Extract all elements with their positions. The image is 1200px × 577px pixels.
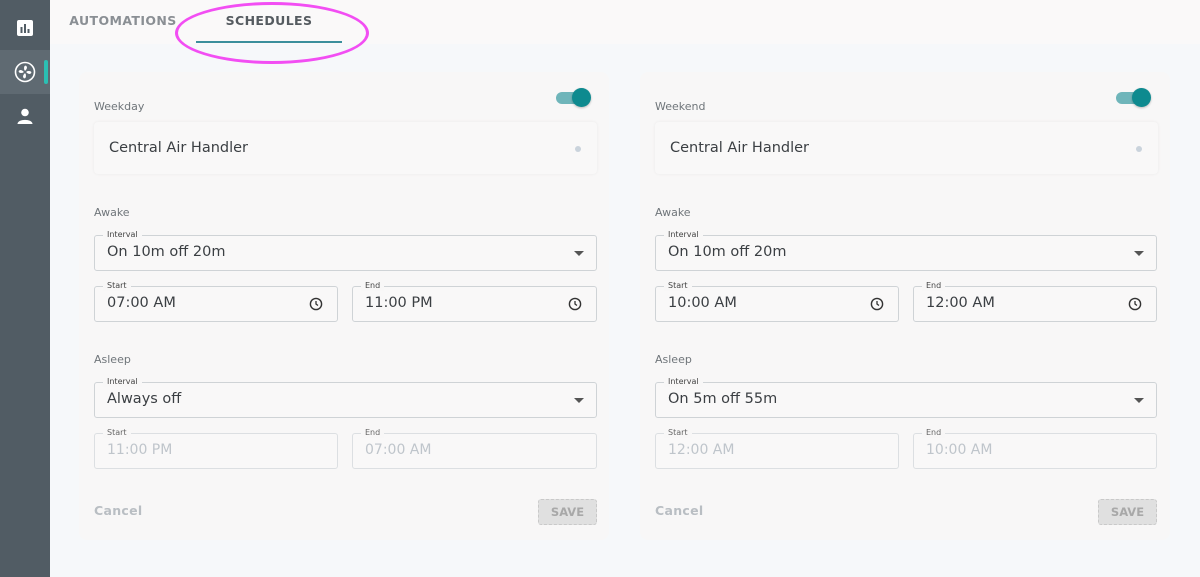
clock-icon[interactable] (870, 297, 884, 311)
asleep-section-label: Asleep (655, 353, 692, 366)
save-button[interactable]: SAVE (1098, 499, 1157, 525)
chevron-down-icon (574, 251, 584, 256)
person-icon (17, 108, 33, 124)
awake-start-time-input[interactable]: Start 10:00 AM (655, 281, 899, 322)
field-label: Start (103, 281, 131, 291)
asleep-end-time-input: End 10:00 AM (913, 428, 1157, 469)
save-button-label: SAVE (550, 505, 585, 519)
awake-end-time-input[interactable]: End 11:00 PM (352, 281, 597, 322)
field-label: Interval (664, 377, 703, 387)
status-dot-icon (575, 146, 581, 152)
sidebar-item-analytics[interactable] (0, 6, 50, 50)
awake-interval-select[interactable]: Interval On 10m off 20m (94, 230, 597, 271)
awake-end-time-input[interactable]: End 12:00 AM (913, 281, 1157, 322)
toggle-knob (1132, 88, 1151, 107)
schedule-title: Weekday (94, 100, 145, 113)
awake-end-value: 11:00 PM (365, 295, 433, 311)
schedule-enabled-toggle[interactable] (1116, 88, 1151, 108)
asleep-interval-select[interactable]: Interval Always off (94, 377, 597, 418)
asleep-start-value: 11:00 PM (107, 442, 173, 458)
sidebar-item-devices[interactable] (0, 50, 50, 94)
field-label: Start (664, 281, 692, 291)
awake-interval-value: On 10m off 20m (107, 244, 226, 260)
awake-interval-select[interactable]: Interval On 10m off 20m (655, 230, 1157, 271)
awake-start-value: 10:00 AM (668, 295, 737, 311)
tab-automations[interactable]: AUTOMATIONS (69, 0, 177, 44)
asleep-start-value: 12:00 AM (668, 442, 735, 458)
asleep-section-label: Asleep (94, 353, 131, 366)
schedule-card-weekday: Weekday Central Air Handler Awake Interv… (79, 72, 609, 540)
asleep-interval-value: On 5m off 55m (668, 391, 778, 407)
asleep-start-time-input: Start 12:00 AM (655, 428, 899, 469)
clock-icon[interactable] (309, 297, 323, 311)
schedule-enabled-toggle[interactable] (556, 88, 591, 108)
asleep-end-value: 10:00 AM (926, 442, 993, 458)
save-button[interactable]: SAVE (538, 499, 597, 525)
clock-icon[interactable] (1128, 297, 1142, 311)
active-indicator (44, 60, 48, 84)
chevron-down-icon (1134, 398, 1144, 403)
field-label: Interval (103, 230, 142, 240)
highlight-annotation (175, 2, 369, 64)
field-label: Start (103, 428, 131, 438)
awake-section-label: Awake (94, 206, 130, 219)
awake-start-time-input[interactable]: Start 07:00 AM (94, 281, 338, 322)
asleep-interval-value: Always off (107, 391, 182, 407)
cancel-button[interactable]: Cancel (655, 503, 703, 518)
asleep-start-time-input: Start 11:00 PM (94, 428, 338, 469)
field-label: End (361, 281, 385, 291)
awake-interval-value: On 10m off 20m (668, 244, 787, 260)
device-select[interactable]: Central Air Handler (94, 122, 597, 174)
awake-section-label: Awake (655, 206, 691, 219)
chevron-down-icon (574, 398, 584, 403)
field-label: Interval (103, 377, 142, 387)
cancel-button[interactable]: Cancel (94, 503, 142, 518)
asleep-end-value: 07:00 AM (365, 442, 432, 458)
asleep-interval-select[interactable]: Interval On 5m off 55m (655, 377, 1157, 418)
fan-icon (14, 61, 36, 83)
device-name: Central Air Handler (670, 140, 810, 156)
field-label: Start (664, 428, 692, 438)
awake-end-value: 12:00 AM (926, 295, 995, 311)
bar-chart-icon (17, 20, 33, 36)
schedule-card-weekend: Weekend Central Air Handler Awake Interv… (640, 72, 1170, 540)
field-label: Interval (664, 230, 703, 240)
device-select[interactable]: Central Air Handler (655, 122, 1158, 174)
sidebar-item-account[interactable] (0, 94, 50, 138)
field-label: End (922, 281, 946, 291)
sidebar (0, 0, 50, 577)
field-label: End (361, 428, 385, 438)
field-label: End (922, 428, 946, 438)
schedule-title: Weekend (655, 100, 706, 113)
toggle-knob (572, 88, 591, 107)
asleep-end-time-input: End 07:00 AM (352, 428, 597, 469)
clock-icon[interactable] (568, 297, 582, 311)
tab-automations-label: AUTOMATIONS (69, 13, 177, 28)
device-name: Central Air Handler (109, 140, 249, 156)
status-dot-icon (1136, 146, 1142, 152)
save-button-label: SAVE (1110, 505, 1145, 519)
chevron-down-icon (1134, 251, 1144, 256)
awake-start-value: 07:00 AM (107, 295, 176, 311)
